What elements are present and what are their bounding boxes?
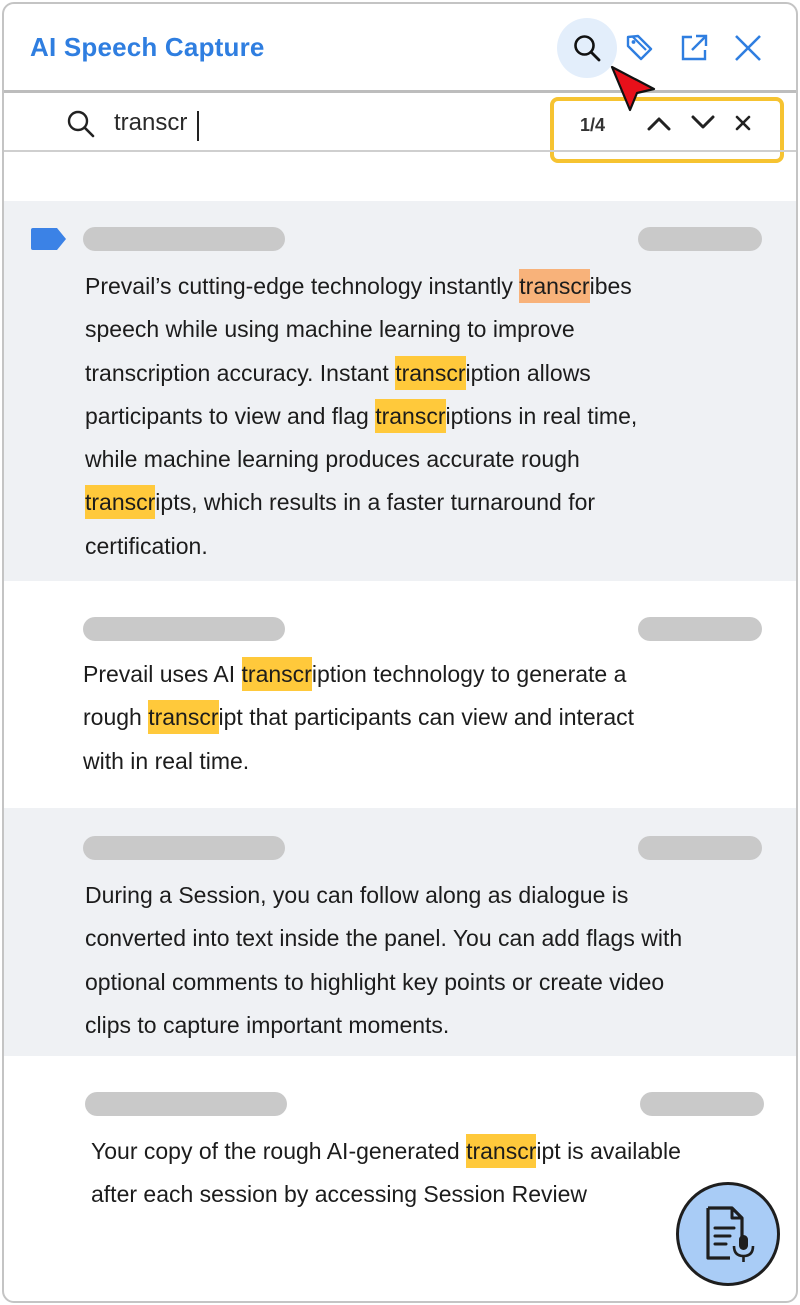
transcript-line: Your copy of the rough AI-generated tran… — [91, 1130, 681, 1173]
text-segment: clips to capture important moments. — [85, 1011, 450, 1038]
transcript-line: participants to view and flag transcript… — [85, 395, 637, 438]
search-match: transcr — [85, 485, 156, 520]
text-segment: transcription accuracy. Instant — [85, 359, 396, 386]
text-segment: ibes — [589, 273, 632, 299]
text-segment: Prevail’s cutting-edge technology instan… — [85, 273, 520, 299]
transcript-entry[interactable]: Your copy of the rough AI-generated tran… — [4, 1056, 796, 1301]
text-segment: rough — [83, 704, 149, 731]
transcript-line: speech while using machine learning to i… — [85, 308, 637, 351]
transcript-text: Your copy of the rough AI-generated tran… — [91, 1130, 681, 1217]
text-segment: after each session by accessing Session … — [91, 1181, 588, 1208]
text-segment: participants to view and flag — [85, 402, 376, 429]
search-icon — [67, 110, 95, 138]
text-segment: ipt is available — [536, 1138, 681, 1164]
next-match-button[interactable] — [686, 107, 720, 139]
popout-button[interactable] — [664, 18, 724, 78]
transcript-mic-icon — [706, 1206, 755, 1262]
panel-title: AI Speech Capture — [30, 32, 265, 62]
text-segment: converted into text inside the panel. Yo… — [85, 925, 683, 952]
timestamp-placeholder — [640, 1092, 764, 1116]
transcript-text: During a Session, you can follow along a… — [85, 874, 682, 1047]
speaker-placeholder — [83, 836, 285, 860]
clear-search-button[interactable] — [726, 107, 760, 139]
text-segment: optional comments to highlight key point… — [85, 968, 665, 995]
panel-header: AI Speech Capture — [4, 4, 796, 92]
timestamp-placeholder — [638, 227, 762, 251]
search-match: transcr — [395, 355, 466, 390]
chevron-up-icon — [647, 117, 671, 131]
transcript-line: after each session by accessing Session … — [91, 1173, 681, 1216]
match-count: 1/4 — [580, 115, 606, 135]
text-segment: During a Session, you can follow along a… — [85, 882, 629, 908]
close-icon — [735, 115, 751, 131]
text-segment: ipts, which results in a faster turnarou… — [155, 489, 596, 516]
transcript-line: certification. — [85, 525, 637, 568]
transcript-line: while machine learning produces accurate… — [85, 438, 637, 481]
transcript-entry[interactable]: Prevail uses AI transcription technology… — [4, 581, 796, 808]
text-segment: iption technology to generate a — [311, 661, 627, 687]
text-segment: with in real time. — [83, 747, 250, 774]
transcript-line: Prevail’s cutting-edge technology instan… — [85, 265, 637, 308]
transcript-line: with in real time. — [83, 740, 634, 783]
text-segment: ipt that participants can view and inter… — [218, 704, 635, 731]
text-segment: Your copy of the rough AI-generated — [91, 1138, 467, 1164]
text-caret — [197, 111, 199, 141]
speech-capture-panel: AI Speech Capture transcr 1/4 Prevail’s … — [2, 2, 798, 1303]
transcript-line: converted into text inside the panel. Yo… — [85, 917, 682, 960]
search-match: transcr — [375, 398, 446, 433]
transcript-line: transcripts, which results in a faster t… — [85, 481, 637, 524]
search-match: transcr — [466, 1134, 537, 1168]
speaker-placeholder — [83, 617, 285, 641]
transcript-text: Prevail uses AI transcription technology… — [83, 653, 634, 783]
text-segment: iption allows — [465, 359, 591, 386]
transcript-line: optional comments to highlight key point… — [85, 961, 682, 1004]
transcript-text: Prevail’s cutting-edge technology instan… — [85, 265, 637, 568]
speaker-placeholder — [83, 227, 285, 251]
external-link-icon — [681, 34, 708, 61]
transcript-line: rough transcript that participants can v… — [83, 696, 634, 739]
search-match: transcr — [148, 700, 219, 735]
tag-icon — [626, 34, 653, 61]
search-match: transcr — [241, 657, 312, 691]
transcript-line: transcription accuracy. Instant transcri… — [85, 352, 637, 395]
flag-icon[interactable] — [28, 227, 68, 251]
search-icon — [574, 35, 601, 62]
text-segment: iptions in real time, — [445, 402, 638, 429]
close-panel-button[interactable] — [718, 18, 778, 78]
transcript-line: Prevail uses AI transcription technology… — [83, 653, 634, 696]
text-segment: Prevail uses AI — [83, 661, 242, 687]
find-bar: 1/4 — [4, 93, 796, 163]
speaker-placeholder — [85, 1092, 287, 1116]
mouse-pointer-icon — [610, 65, 656, 112]
close-icon — [735, 35, 761, 61]
current-search-match: transcr — [519, 269, 590, 303]
transcript-button[interactable] — [676, 1182, 780, 1286]
timestamp-placeholder — [638, 836, 762, 860]
find-input[interactable] — [114, 103, 514, 143]
timestamp-placeholder — [638, 617, 762, 641]
transcript-line: During a Session, you can follow along a… — [85, 874, 682, 917]
transcript-entry[interactable]: During a Session, you can follow along a… — [4, 808, 796, 1056]
text-segment: certification. — [85, 532, 208, 559]
find-bar-divider — [4, 150, 796, 152]
text-segment: while machine learning produces accurate… — [85, 446, 580, 473]
transcript-entry[interactable]: Prevail’s cutting-edge technology instan… — [4, 201, 796, 581]
transcript-line: clips to capture important moments. — [85, 1004, 682, 1047]
text-segment: speech while using machine learning to i… — [85, 316, 575, 343]
chevron-down-icon — [691, 115, 715, 129]
